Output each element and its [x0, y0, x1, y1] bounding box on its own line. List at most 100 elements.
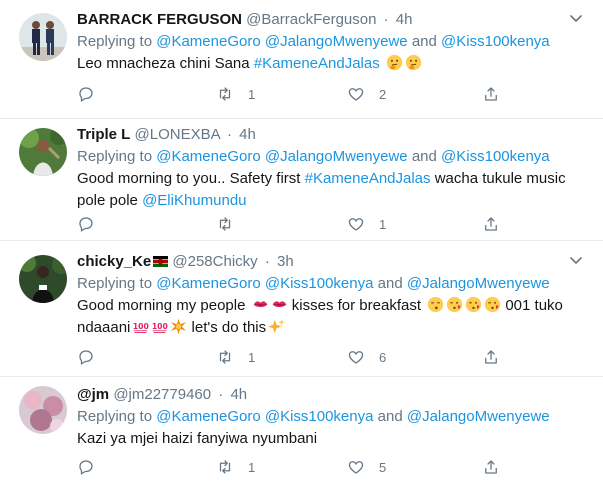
mention-link[interactable]: @JalangoMwenyewe: [407, 408, 550, 425]
heart-icon: [348, 351, 364, 364]
replying-and: and: [407, 33, 442, 50]
retweet-button[interactable]: 1: [216, 457, 255, 477]
tweet-2[interactable]: chicky_Ke @258Chicky · 3h Replying to @K…: [0, 241, 603, 377]
avatar[interactable]: [19, 13, 67, 61]
reply-icon: [79, 460, 93, 475]
display-name[interactable]: chicky_Ke: [77, 253, 151, 270]
reply-button[interactable]: [77, 457, 109, 477]
thinking-face-icon: [405, 54, 422, 71]
like-count: 2: [379, 86, 387, 102]
avatar[interactable]: [19, 255, 67, 303]
share-button[interactable]: [482, 214, 500, 234]
user-handle[interactable]: @BarrackFerguson: [246, 11, 376, 28]
face-blowing-kiss-icon: [466, 296, 482, 313]
tweet-1[interactable]: Triple L @LONEXBA · 4h Replying to @Kame…: [0, 119, 603, 241]
kissing-face-icon: [428, 296, 444, 313]
display-name[interactable]: BARRACK FERGUSON: [77, 11, 242, 28]
text-segment: Kazi ya mjei haizi fanyiwa nyumbani: [77, 430, 318, 447]
user-handle[interactable]: @258Chicky: [172, 253, 257, 270]
mention-link[interactable]: @Kiss100kenya: [265, 408, 374, 425]
tweet-text: Good morning to you.. Safety first #Kame…: [77, 168, 583, 212]
reply-button[interactable]: [77, 347, 109, 367]
timestamp[interactable]: 4h: [230, 386, 247, 403]
mention-link[interactable]: @KameneGoro: [156, 33, 260, 50]
share-button[interactable]: [482, 347, 500, 367]
mention-link[interactable]: @JalangoMwenyewe: [265, 33, 408, 50]
kenya-flag-icon: [153, 256, 169, 267]
user-handle[interactable]: @jm22779460: [113, 386, 211, 403]
mention-link[interactable]: @Kiss100kenya: [265, 275, 374, 292]
share-icon: [485, 350, 497, 364]
timestamp[interactable]: 3h: [277, 253, 294, 270]
share-icon: [485, 460, 497, 474]
heart-icon: [348, 218, 364, 231]
tweet-header: Triple L @LONEXBA · 4h: [77, 124, 583, 146]
tweet-header: BARRACK FERGUSON @BarrackFerguson · 4h: [77, 9, 583, 31]
sparkles-icon: [268, 318, 286, 334]
replying-and: and: [407, 148, 442, 165]
display-name[interactable]: Triple L: [77, 126, 130, 143]
display-name[interactable]: @jm: [77, 386, 109, 403]
mention-link[interactable]: @EliKhumundu: [142, 192, 246, 209]
tweet-actions: 1 2: [77, 84, 497, 104]
like-button[interactable]: 6: [347, 347, 386, 367]
tweet-header: @jm @jm22779460 · 4h: [77, 384, 583, 406]
chevron-down-icon[interactable]: [569, 11, 583, 25]
timestamp[interactable]: 4h: [239, 126, 256, 143]
retweet-count: 1: [248, 459, 256, 475]
like-button[interactable]: 5: [347, 457, 386, 477]
reply-button[interactable]: [77, 84, 109, 104]
chevron-down-icon[interactable]: [569, 253, 583, 267]
separator-dot: ·: [218, 386, 224, 403]
face-blowing-kiss-icon: [447, 296, 463, 313]
replying-and: and: [373, 408, 407, 425]
hundred-points-icon: 100: [152, 322, 168, 333]
retweet-icon: [219, 350, 231, 364]
mention-link[interactable]: @KameneGoro: [156, 148, 260, 165]
retweet-icon: [219, 217, 231, 231]
replying-and: and: [373, 275, 407, 292]
mention-link[interactable]: @KameneGoro: [156, 275, 260, 292]
like-button[interactable]: 1: [347, 214, 386, 234]
share-button[interactable]: [482, 84, 500, 104]
like-count: 6: [379, 349, 387, 365]
tweet-0[interactable]: BARRACK FERGUSON @BarrackFerguson · 4h R…: [0, 0, 603, 119]
mention-link[interactable]: @JalangoMwenyewe: [407, 275, 550, 292]
mention-link[interactable]: @KameneGoro: [156, 408, 260, 425]
user-handle[interactable]: @LONEXBA: [135, 126, 220, 143]
thinking-face-icon: [386, 54, 403, 71]
replying-prefix: Replying to: [77, 275, 157, 292]
share-button[interactable]: [482, 457, 500, 477]
separator-dot: ·: [383, 11, 389, 28]
retweet-button[interactable]: 1: [216, 347, 255, 367]
tweet-text: Leo mnacheza chini Sana #KameneAndJalas: [77, 53, 583, 75]
separator-dot: ·: [264, 253, 270, 270]
retweet-button[interactable]: [216, 214, 248, 234]
retweet-icon: [219, 87, 231, 101]
hashtag-link[interactable]: #KameneAndJalas: [305, 170, 431, 187]
text-segment: Good morning my people: [77, 297, 250, 314]
replying-prefix: Replying to: [77, 148, 157, 165]
tweet-actions: 1 6: [77, 347, 497, 367]
heart-icon: [348, 88, 364, 101]
mention-link[interactable]: @JalangoMwenyewe: [265, 148, 408, 165]
replying-prefix: Replying to: [77, 33, 157, 50]
replying-to: Replying to @KameneGoro @Kiss100kenya an…: [77, 273, 583, 295]
retweet-button[interactable]: 1: [216, 84, 255, 104]
retweet-icon: [219, 460, 231, 474]
avatar[interactable]: [19, 386, 67, 434]
hashtag-link[interactable]: #KameneAndJalas: [254, 55, 380, 72]
mention-link[interactable]: @Kiss100kenya: [441, 33, 550, 50]
reply-button[interactable]: [77, 214, 109, 234]
face-blowing-kiss-icon: [485, 296, 501, 313]
like-button[interactable]: 2: [347, 84, 386, 104]
retweet-count: 1: [248, 86, 256, 102]
timestamp[interactable]: 4h: [396, 11, 413, 28]
tweet-3[interactable]: @jm @jm22779460 · 4h Replying to @Kamene…: [0, 377, 603, 486]
replying-to: Replying to @KameneGoro @JalangoMwenyewe…: [77, 31, 583, 53]
mention-link[interactable]: @Kiss100kenya: [441, 148, 550, 165]
svg-text:100: 100: [133, 322, 149, 331]
tweet-header: chicky_Ke @258Chicky · 3h: [77, 251, 583, 273]
avatar[interactable]: [19, 128, 67, 176]
text-segment: Good morning to you.. Safety first: [77, 170, 305, 187]
